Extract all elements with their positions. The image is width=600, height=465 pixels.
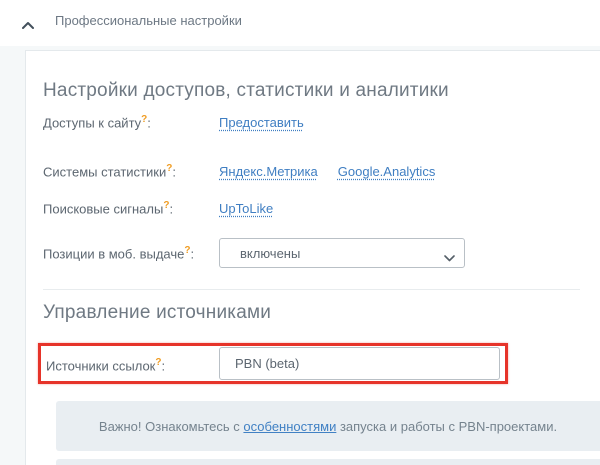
link-sources-label: Источники ссылок?: (46, 357, 165, 373)
row-mobile-positions: Позиции в моб. выдаче?: включены (43, 238, 590, 268)
label-colon: : (169, 201, 174, 217)
label-colon: : (161, 358, 166, 374)
pbn-features-link[interactable]: особенностями (243, 419, 336, 434)
row-label-text: Доступы к сайту (43, 115, 142, 131)
settings-card: Настройки доступов, статистики и аналити… (25, 50, 600, 465)
chevron-down-icon (444, 250, 455, 262)
section-divider (43, 289, 580, 290)
notice-text-before: Важно! Ознакомьтесь с (98, 418, 244, 434)
row-label: Доступы к сайту?: (43, 114, 219, 130)
next-notice-partial (56, 459, 600, 465)
row-label-text: Позиции в моб. выдаче (43, 246, 185, 262)
google-analytics-link[interactable]: Google.Analytics (338, 164, 436, 179)
accordion-header-professional-settings[interactable]: Профессиональные настройки (0, 0, 600, 46)
notice-text-after: запуска и работы с PBN-проектами. (336, 418, 558, 434)
row-site-access: Доступы к сайту?: Предоставить (43, 112, 590, 132)
grant-access-link[interactable]: Предоставить (219, 115, 304, 130)
select-value: включены (240, 245, 301, 261)
mobile-positions-select[interactable]: включены (219, 238, 465, 268)
link-sources-value: PBN (beta) (235, 356, 300, 371)
label-colon: : (190, 246, 195, 262)
row-statistics-systems: Системы статистики?: Яндекс.Метрика Goog… (43, 161, 590, 181)
label-colon: : (172, 164, 176, 180)
sources-section-heading: Управление источниками (43, 302, 272, 323)
row-label: Поисковые сигналы?: (43, 200, 219, 216)
row-label-text: Источники ссылок (46, 358, 156, 374)
label-colon: : (147, 115, 151, 131)
yandex-metrika-link[interactable]: Яндекс.Метрика (219, 164, 318, 179)
professional-settings-page: Профессиональные настройки Настройки дос… (0, 0, 600, 465)
row-label-text: Поисковые сигналы (43, 201, 164, 217)
row-label: Позиции в моб. выдаче?: (43, 245, 219, 261)
link-sources-select[interactable]: PBN (beta) (219, 347, 500, 380)
accordion-title: Профессиональные настройки (55, 13, 242, 28)
chevron-up-icon (22, 16, 34, 29)
row-search-signals: Поисковые сигналы?: UpToLike (43, 198, 590, 218)
row-label-text: Системы статистики (43, 164, 167, 180)
row-label: Системы статистики?: (43, 163, 219, 179)
uptolike-link[interactable]: UpToLike (219, 201, 273, 216)
access-section-heading: Настройки доступов, статистики и аналити… (43, 80, 449, 101)
pbn-notice: Важно! Ознакомьтесь с особенностями запу… (56, 401, 600, 451)
